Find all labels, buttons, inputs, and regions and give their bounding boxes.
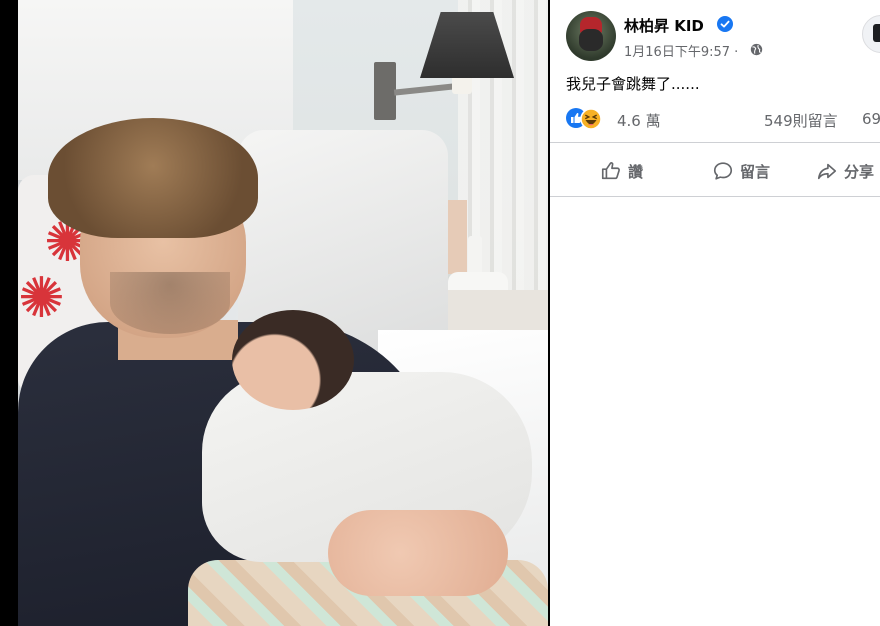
meta-separator: ·: [734, 45, 739, 60]
divider: [550, 196, 880, 197]
post-panel: 林柏昇 KID 1月16日下午9:57 · 我兒子會跳舞了...... 4.6 …: [550, 0, 880, 626]
divider: [550, 142, 880, 143]
photo-baby-head: [232, 310, 354, 410]
globe-icon: [750, 43, 763, 56]
share-button[interactable]: 分享: [816, 158, 874, 184]
post-timestamp[interactable]: 1月16日下午9:57: [624, 45, 730, 60]
avatar-face: [579, 29, 603, 51]
share-button-label: 分享: [844, 162, 875, 181]
thumbs-up-icon: [601, 162, 620, 180]
like-button-label: 讚: [628, 162, 644, 181]
author-name[interactable]: 林柏昇 KID: [624, 15, 704, 36]
snowflake-pattern-icon: ✺: [18, 266, 65, 331]
comment-button-label: 留言: [740, 162, 771, 181]
photo-baby-leg: [328, 510, 508, 596]
next-post-avatar[interactable]: [862, 15, 880, 53]
post-caption: 我兒子會跳舞了......: [566, 75, 700, 93]
like-button[interactable]: 讚: [600, 158, 643, 184]
comments-count[interactable]: 549則留言: [764, 110, 838, 131]
verified-badge-icon: [717, 16, 733, 32]
post-photo-frame: ✺ ✺: [0, 0, 550, 626]
photo-bottle: [468, 236, 482, 276]
shares-count[interactable]: 69: [862, 110, 880, 128]
post-photo[interactable]: ✺ ✺: [18, 0, 548, 626]
post-meta: 1月16日下午9:57 ·: [624, 41, 738, 60]
photo-lamp-plate: [374, 62, 396, 120]
photo-man-hair: [48, 118, 258, 238]
author-avatar[interactable]: [566, 11, 616, 61]
comment-button[interactable]: 留言: [712, 158, 770, 184]
photo-man-beard: [110, 272, 230, 334]
share-arrow-icon: [817, 163, 837, 180]
photo-lamp-bulb: [452, 76, 472, 94]
speech-bubble-icon: [713, 162, 733, 180]
reactions-count[interactable]: 4.6 萬: [617, 110, 661, 131]
haha-reaction-icon[interactable]: [580, 108, 602, 130]
